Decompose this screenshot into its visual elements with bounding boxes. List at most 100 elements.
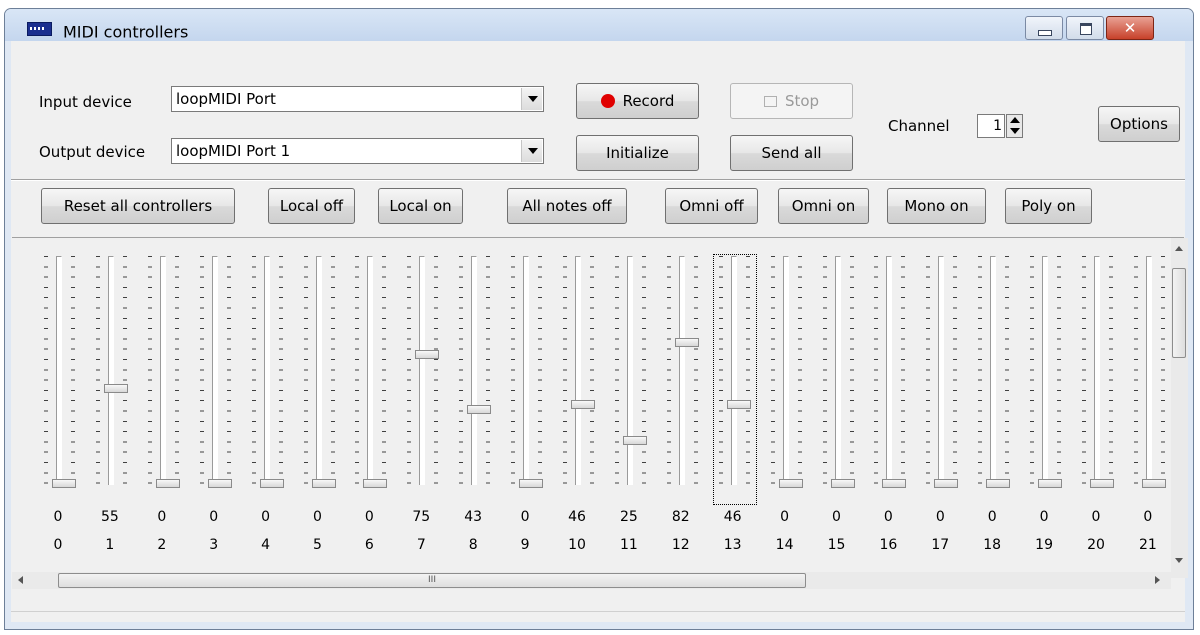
command-button-omni-on[interactable]: Omni on <box>778 188 869 224</box>
slider-ticks <box>953 256 958 484</box>
controller-slider[interactable] <box>1078 256 1118 503</box>
controller-slider[interactable] <box>196 256 236 503</box>
scroll-left-icon[interactable] <box>18 576 23 584</box>
controller-slider[interactable] <box>559 256 599 503</box>
slider-thumb[interactable] <box>259 479 284 488</box>
controller-number: 8 <box>468 537 478 553</box>
slider-ticks <box>71 256 75 484</box>
controller-slider[interactable] <box>611 256 651 503</box>
slider-ticks <box>666 256 671 484</box>
toolbar-separator <box>11 179 1185 181</box>
channel-input[interactable]: 1 <box>977 114 1005 138</box>
spin-up-icon[interactable] <box>1010 117 1020 123</box>
scroll-right-icon[interactable] <box>1155 576 1160 584</box>
record-label: Record <box>622 92 675 110</box>
slider-thumb[interactable] <box>1141 479 1166 488</box>
vertical-scrollbar[interactable] <box>1171 238 1188 578</box>
controller-slider[interactable] <box>507 256 547 503</box>
stop-button[interactable]: Stop <box>730 83 853 119</box>
slider-thumb[interactable] <box>467 404 492 414</box>
slider-ticks <box>199 256 204 484</box>
controller-slider[interactable] <box>870 256 910 503</box>
slider-thumb[interactable] <box>519 479 544 488</box>
horizontal-scrollbar[interactable]: III <box>12 572 1171 589</box>
record-button[interactable]: Record <box>576 83 699 119</box>
slider-thumb[interactable] <box>415 349 440 359</box>
send-all-button[interactable]: Send all <box>730 135 853 171</box>
input-device-select[interactable]: loopMIDI Port <box>171 86 544 112</box>
controller-value: 0 <box>832 509 841 525</box>
slider-thumb[interactable] <box>155 479 180 488</box>
controller-slider[interactable] <box>712 254 757 505</box>
slider-ticks <box>122 256 127 484</box>
slider-thumb[interactable] <box>363 479 388 488</box>
controller-slider[interactable] <box>300 256 340 503</box>
slider-thumb[interactable] <box>986 479 1011 488</box>
slider-thumb[interactable] <box>103 384 128 394</box>
slider-thumb[interactable] <box>726 399 751 409</box>
vertical-scroll-thumb[interactable] <box>1172 268 1186 358</box>
slider-track <box>886 256 893 485</box>
chevron-down-icon[interactable] <box>521 88 542 110</box>
slider-thumb[interactable] <box>1038 479 1063 488</box>
controller-slider[interactable] <box>663 256 703 503</box>
controller-slider[interactable] <box>974 256 1014 503</box>
slider-thumb[interactable] <box>52 479 76 488</box>
command-button-label: Local on <box>389 197 452 215</box>
slider-ticks <box>641 256 646 484</box>
slider-track <box>211 256 218 485</box>
command-button-poly-on[interactable]: Poly on <box>1005 188 1092 224</box>
close-button[interactable] <box>1106 16 1154 40</box>
controller-value: 0 <box>883 509 893 525</box>
command-button-all-notes-off[interactable]: All notes off <box>507 188 627 224</box>
controller-slider[interactable] <box>92 256 132 503</box>
command-button-omni-off[interactable]: Omni off <box>665 188 758 224</box>
options-button[interactable]: Options <box>1098 106 1180 142</box>
slider-track <box>159 256 166 485</box>
controller-number: 19 <box>1035 537 1053 553</box>
slider-thumb[interactable] <box>622 435 647 445</box>
slider-thumb[interactable] <box>207 479 232 488</box>
controller-slider[interactable] <box>144 256 184 503</box>
chevron-down-icon[interactable] <box>521 140 542 162</box>
slider-track <box>1094 256 1100 485</box>
spin-down-icon[interactable] <box>1010 128 1020 134</box>
status-bar <box>11 611 1185 622</box>
controller-slider[interactable] <box>819 256 859 503</box>
slider-thumb[interactable] <box>778 479 803 488</box>
controller-slider[interactable] <box>922 256 962 503</box>
output-device-select[interactable]: loopMIDI Port 1 <box>171 138 544 164</box>
maximize-button[interactable] <box>1066 16 1104 40</box>
scroll-down-icon[interactable] <box>1175 558 1183 563</box>
controller-slider[interactable] <box>40 256 80 503</box>
command-button-local-off[interactable]: Local off <box>268 188 355 224</box>
slider-ticks <box>1057 256 1062 484</box>
controller-slider[interactable] <box>455 256 495 503</box>
initialize-button[interactable]: Initialize <box>576 135 699 171</box>
command-button-label: All notes off <box>522 197 612 215</box>
controller-slider[interactable] <box>767 256 807 503</box>
controller-slider[interactable] <box>1130 256 1170 503</box>
slider-thumb[interactable] <box>882 479 907 488</box>
controller-slider[interactable] <box>403 256 443 503</box>
title-bar[interactable]: MIDI controllers <box>5 9 1193 42</box>
slider-thumb[interactable] <box>311 479 336 488</box>
slider-thumb[interactable] <box>674 337 699 347</box>
slider-thumb[interactable] <box>1090 479 1114 488</box>
controller-slider[interactable] <box>351 256 391 503</box>
controller-number: 16 <box>879 537 898 553</box>
channel-spinner[interactable] <box>1006 114 1023 138</box>
controller-slider[interactable] <box>248 256 288 503</box>
command-button-mono-on[interactable]: Mono on <box>887 188 986 224</box>
slider-thumb[interactable] <box>571 399 595 409</box>
controller-slider[interactable] <box>1026 256 1066 503</box>
slider-thumb[interactable] <box>934 479 959 488</box>
controller-number: 5 <box>313 537 322 553</box>
command-button-local-on[interactable]: Local on <box>378 188 463 224</box>
slider-ticks <box>226 256 231 484</box>
scroll-up-icon[interactable] <box>1175 246 1183 251</box>
command-button-reset-all-controllers[interactable]: Reset all controllers <box>41 188 235 224</box>
horizontal-scroll-thumb[interactable]: III <box>58 573 806 588</box>
slider-thumb[interactable] <box>830 479 855 488</box>
minimize-button[interactable] <box>1025 16 1063 40</box>
